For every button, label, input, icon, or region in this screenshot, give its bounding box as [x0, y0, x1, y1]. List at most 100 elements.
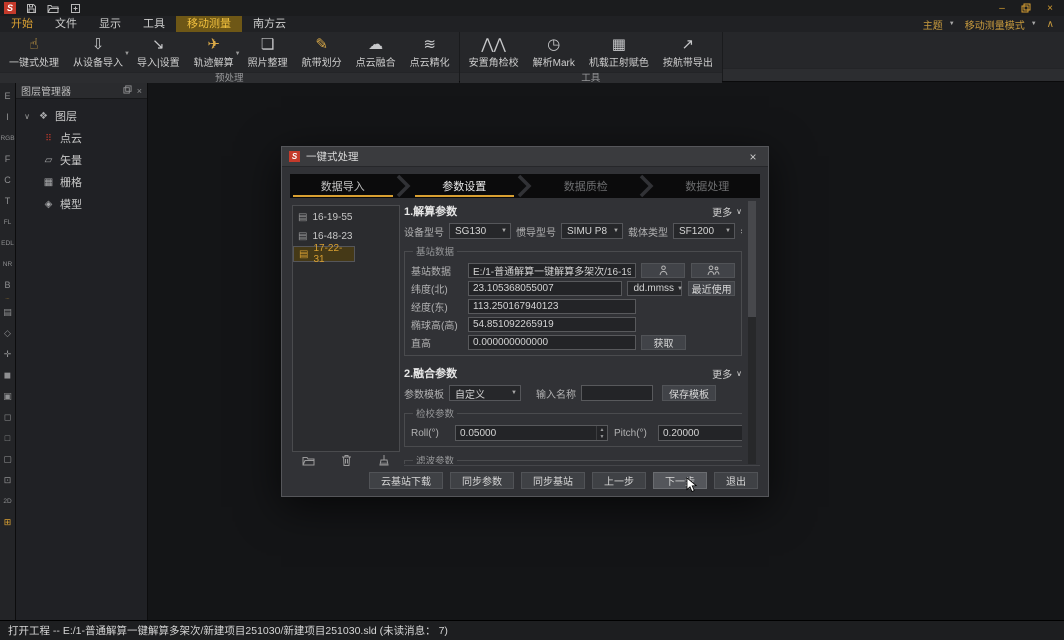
export-by-strip-button[interactable]: ↗ 按航带导出 — [656, 33, 720, 71]
pan-tool-icon[interactable]: ✛ — [0, 344, 15, 364]
one-click-process-button[interactable]: ☝ 一键式处理 — [2, 33, 66, 71]
list-item-selected[interactable]: ▤ 17-22-31 — [293, 246, 355, 262]
boresight-calibration-button[interactable]: ⋀⋀ 安置角检校 — [462, 33, 526, 71]
roll-stepper[interactable]: ▲▼ — [455, 425, 608, 441]
close-panel-icon[interactable]: × — [137, 86, 142, 96]
step-data-import[interactable]: 数据导入 — [290, 174, 396, 198]
view-cube-wire2-icon[interactable]: □ — [0, 428, 15, 448]
ellipsoid-height-input[interactable] — [468, 317, 636, 332]
previous-step-button[interactable]: 上一步 — [592, 472, 646, 489]
float-panel-icon[interactable] — [123, 85, 132, 96]
view-cube-solid-icon[interactable]: ◼ — [0, 365, 15, 385]
template-name-input[interactable] — [581, 385, 653, 401]
folder-icon[interactable] — [302, 454, 315, 472]
save-template-button[interactable]: 保存模板 — [662, 385, 716, 401]
imu-model-select[interactable]: SIMU P8▼ — [561, 223, 623, 239]
trash-icon[interactable] — [341, 454, 352, 472]
restore-button[interactable] — [1016, 1, 1036, 15]
close-button[interactable]: × — [1040, 1, 1060, 15]
menu-item-tools[interactable]: 工具 — [132, 16, 176, 32]
new-project-icon[interactable] — [68, 2, 82, 14]
focus-extent-icon[interactable]: ⊡ — [0, 470, 15, 490]
step-parameter-settings[interactable]: 参数设置 — [412, 174, 518, 198]
menu-item-display[interactable]: 显示 — [88, 16, 132, 32]
dialog-titlebar[interactable]: S 一键式处理 × — [282, 147, 768, 167]
get-button[interactable]: 获取 — [641, 335, 686, 350]
elevation-display-icon[interactable]: E — [0, 86, 15, 106]
collapse-ribbon-button[interactable]: ∧ — [1047, 19, 1054, 30]
calibration-group: 检校参数 Roll(°) ▲▼ Pitch(°) ▲▼ Heading(°) — [404, 406, 742, 447]
trajectory-solve-button[interactable]: ✈ 轨迹解算 ▼ — [187, 33, 241, 71]
photo-organize-button[interactable]: ❏ 照片整理 — [241, 33, 295, 71]
param-template-select[interactable]: 自定义▼ — [449, 385, 521, 401]
coord-format-select[interactable]: dd.mmss▼ — [627, 281, 682, 296]
layer-item-model[interactable]: ◈ 模型 — [22, 193, 147, 215]
open-folder-icon[interactable] — [46, 2, 60, 14]
return-number-display-icon[interactable]: NR — [0, 254, 15, 274]
edl-display-icon[interactable]: EDL — [0, 233, 15, 253]
collapse-arrow-icon[interactable]: ∨ — [22, 112, 32, 121]
pointcloud-refine-button[interactable]: ≋ 点云精化 — [403, 33, 457, 71]
strip-split-button[interactable]: ✎ 航带划分 — [295, 33, 349, 71]
minimize-button[interactable]: – — [992, 1, 1012, 15]
layer-item-pointcloud[interactable]: ⠿ 点云 — [22, 127, 147, 149]
spinner-arrows-icon[interactable]: ▲▼ — [596, 426, 607, 440]
menu-item-mobile-survey[interactable]: 移动测量 — [176, 16, 242, 32]
exit-button[interactable]: 退出 — [714, 472, 758, 489]
single-point-button[interactable] — [641, 263, 685, 278]
solve-more-button[interactable]: 更多 ∨ — [712, 204, 742, 219]
gear-icon[interactable]: ⚙ — [740, 225, 742, 238]
sync-params-button[interactable]: 同步参数 — [450, 472, 514, 489]
add-view-icon[interactable]: ⊞ — [0, 512, 15, 532]
class-display-icon[interactable]: C — [0, 170, 15, 190]
fusion-more-button[interactable]: 更多 ∨ — [712, 366, 742, 381]
cloud-base-download-button[interactable]: 云基站下载 — [369, 472, 443, 489]
parse-mark-button[interactable]: ◷ 解析Mark — [526, 33, 582, 71]
longitude-input[interactable] — [468, 299, 636, 314]
sync-base-button[interactable]: 同步基站 — [521, 472, 585, 489]
latitude-input[interactable] — [468, 281, 622, 296]
step-data-process[interactable]: 数据处理 — [655, 174, 761, 198]
next-step-button[interactable]: 下一步 — [653, 472, 707, 489]
recent-used-button[interactable]: 最近使用 — [688, 281, 735, 296]
list-item[interactable]: ▤ 16-19-55 — [293, 208, 399, 227]
import-settings-button[interactable]: ↘ 导入|设置 — [130, 33, 187, 71]
params-scrollbar[interactable] — [748, 201, 756, 464]
menu-item-start[interactable]: 开始 — [0, 16, 44, 32]
rgb-display-icon[interactable]: RGB — [0, 128, 15, 148]
device-model-select[interactable]: SG130▼ — [449, 223, 511, 239]
ortho-colorize-button[interactable]: ▦ 机载正射赋色 — [582, 33, 656, 71]
multi-point-button[interactable] — [691, 263, 735, 278]
vector-layer-icon: ▱ — [42, 155, 55, 166]
pitch-stepper[interactable]: ▲▼ — [658, 425, 742, 441]
menu-item-file[interactable]: 文件 — [44, 16, 88, 32]
view-cube-wire3-icon[interactable]: ▢ — [0, 449, 15, 469]
layer-item-raster[interactable]: ▦ 栅格 — [22, 171, 147, 193]
mode-dropdown[interactable]: 移动测量模式▼ — [965, 17, 1037, 32]
dialog-close-icon[interactable]: × — [745, 150, 761, 164]
polygon-select-icon[interactable]: ◇ — [0, 323, 15, 343]
layer-tree-root[interactable]: ∨ ❖ 图层 — [22, 105, 147, 127]
theme-dropdown[interactable]: 主题▼ — [923, 17, 955, 32]
time-display-icon[interactable]: T — [0, 191, 15, 211]
carrier-type-select[interactable]: SF1200▼ — [673, 223, 735, 239]
intensity-display-icon[interactable]: I — [0, 107, 15, 127]
2d-view-icon[interactable]: 2D — [0, 491, 15, 511]
layer-item-vector[interactable]: ▱ 矢量 — [22, 149, 147, 171]
broom-icon[interactable] — [378, 454, 390, 472]
direct-height-input[interactable] — [468, 335, 636, 350]
stamp-tool-icon[interactable]: ▤ — [0, 302, 15, 322]
flight-line-display-icon[interactable]: FL — [0, 212, 15, 232]
statusbar-text: 打开工程 -- E:/1-普通解算一键解算多架次/新建项目251030/新建项目… — [8, 623, 448, 638]
save-icon[interactable] — [24, 2, 38, 14]
base-path-input[interactable] — [468, 263, 636, 278]
scrollbar-thumb[interactable] — [748, 201, 756, 317]
blend-display-icon[interactable]: B — [0, 275, 15, 295]
feature-display-icon[interactable]: F — [0, 149, 15, 169]
pointcloud-fusion-button[interactable]: ☁ 点云融合 — [349, 33, 403, 71]
import-from-device-button[interactable]: ⇩ 从设备导入 ▼ — [66, 33, 130, 71]
step-data-check[interactable]: 数据质检 — [533, 174, 639, 198]
view-cube-front-icon[interactable]: ▣ — [0, 386, 15, 406]
view-cube-wire1-icon[interactable]: ◻ — [0, 407, 15, 427]
menu-item-south-cloud[interactable]: 南方云 — [242, 16, 297, 32]
